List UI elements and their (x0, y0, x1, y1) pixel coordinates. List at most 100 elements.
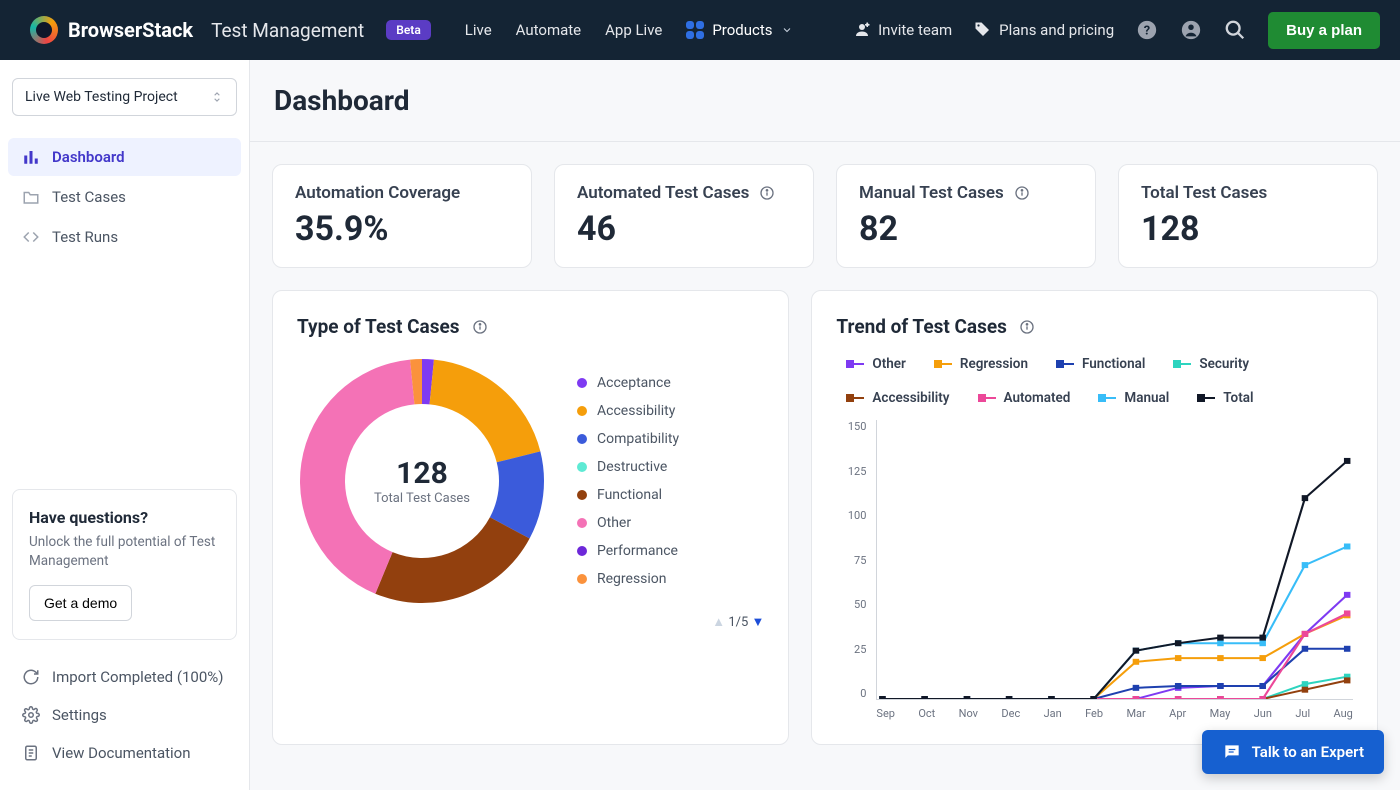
card-total-tests: Total Test Cases 128 (1118, 164, 1378, 268)
info-icon[interactable] (1019, 319, 1035, 335)
legend-item: Security (1173, 356, 1249, 372)
grid-icon (686, 21, 704, 39)
card-title: Automated Test Cases (577, 183, 749, 203)
buy-plan-button[interactable]: Buy a plan (1268, 12, 1380, 49)
legend-label: Other (872, 356, 906, 372)
legend-label: Total (1223, 390, 1253, 406)
card-automation-coverage: Automation Coverage 35.9% (272, 164, 532, 268)
legend-dot-icon (577, 406, 587, 416)
legend-label: Destructive (597, 459, 667, 475)
donut-center-value: 128 (396, 456, 448, 491)
legend-item: Total (1197, 390, 1253, 406)
info-icon[interactable] (472, 319, 488, 335)
invite-team-button[interactable]: Invite team (853, 21, 952, 39)
card-title: Automation Coverage (295, 183, 460, 203)
card-title: Manual Test Cases (859, 183, 1004, 203)
legend-label: Regression (597, 571, 667, 587)
nav-products[interactable]: Products (686, 21, 792, 39)
sidebar-import-status[interactable]: Import Completed (100%) (8, 658, 241, 696)
code-icon (22, 228, 40, 246)
legend-label: Manual (1124, 390, 1169, 406)
chevron-down-icon (781, 24, 793, 36)
card-value: 46 (577, 209, 791, 249)
legend-label: Performance (597, 543, 678, 559)
page-title: Dashboard (250, 60, 1400, 141)
plans-label: Plans and pricing (999, 21, 1114, 39)
sidebar: Live Web Testing Project Dashboard Test … (0, 60, 250, 790)
nav-applive[interactable]: App Live (605, 21, 662, 39)
panel-title: Trend of Test Cases (836, 315, 1006, 338)
top-nav: Live Automate App Live Products (465, 21, 793, 39)
nav-automate[interactable]: Automate (516, 21, 581, 39)
app-header: BrowserStack Test Management Beta Live A… (0, 0, 1400, 60)
legend-dot-icon (577, 518, 587, 528)
panel-trend-of-test-cases: Trend of Test Cases Other Regression Funct… (811, 290, 1378, 745)
legend-item: Automated (978, 390, 1071, 406)
pager-prev-icon[interactable]: ▲ (712, 615, 725, 630)
legend-item: Regression (577, 571, 679, 587)
project-name: Live Web Testing Project (25, 89, 178, 105)
sidebar-footer-label: Import Completed (100%) (52, 668, 223, 686)
pager-next-icon[interactable]: ▼ (752, 615, 765, 630)
plans-pricing-link[interactable]: Plans and pricing (974, 21, 1114, 39)
legend-item: Accessibility (846, 390, 949, 406)
sidebar-footer: Import Completed (100%) Settings View Do… (8, 658, 241, 772)
header-right: Invite team Plans and pricing ? Buy a pl… (853, 12, 1380, 49)
chat-widget[interactable]: Talk to an Expert (1202, 730, 1384, 774)
sidebar-nav: Dashboard Test Cases Test Runs (8, 138, 241, 256)
donut-pager: ▲ 1/5 ▼ (297, 614, 764, 630)
chat-label: Talk to an Expert (1252, 743, 1364, 761)
legend-label: Security (1199, 356, 1249, 372)
tag-icon (974, 21, 992, 39)
gear-icon (22, 706, 40, 724)
legend-label: Accessibility (872, 390, 949, 406)
sidebar-docs[interactable]: View Documentation (8, 734, 241, 772)
legend-dot-icon (577, 574, 587, 584)
card-title: Total Test Cases (1141, 183, 1267, 203)
help-icon[interactable]: ? (1136, 19, 1158, 41)
legend-label: Automated (1004, 390, 1071, 406)
project-select[interactable]: Live Web Testing Project (12, 78, 237, 116)
get-demo-button[interactable]: Get a demo (29, 585, 132, 621)
nav-live[interactable]: Live (465, 21, 492, 39)
chat-icon (1222, 742, 1242, 762)
legend-dot-icon (577, 546, 587, 556)
card-value: 35.9% (295, 209, 509, 249)
legend-item: Destructive (577, 459, 679, 475)
legend-label: Compatibility (597, 431, 679, 447)
questions-box: Have questions? Unlock the full potentia… (12, 489, 237, 640)
sidebar-item-label: Test Cases (52, 188, 126, 206)
legend-item: Accessibility (577, 403, 679, 419)
legend-label: Functional (1082, 356, 1145, 372)
questions-body: Unlock the full potential of Test Manage… (29, 533, 220, 571)
sidebar-item-label: Test Runs (52, 228, 118, 246)
logo-icon (30, 16, 58, 44)
info-icon[interactable] (1014, 185, 1030, 201)
card-automated-tests: Automated Test Cases 46 (554, 164, 814, 268)
updown-icon (210, 90, 224, 104)
sidebar-settings[interactable]: Settings (8, 696, 241, 734)
invite-icon (853, 21, 871, 39)
sidebar-item-testcases[interactable]: Test Cases (8, 178, 241, 216)
legend-dot-icon (577, 434, 587, 444)
svg-text:?: ? (1144, 24, 1150, 39)
legend-item: Compatibility (577, 431, 679, 447)
product-name: Test Management (211, 19, 364, 42)
invite-label: Invite team (878, 21, 952, 39)
legend-label: Regression (960, 356, 1028, 372)
beta-badge: Beta (386, 20, 431, 40)
sidebar-item-dashboard[interactable]: Dashboard (8, 138, 241, 176)
sidebar-item-label: Dashboard (52, 148, 125, 166)
brand-name: BrowserStack (68, 18, 193, 42)
legend-label: Acceptance (597, 375, 671, 391)
brand-logo[interactable]: BrowserStack (30, 16, 193, 44)
panel-title: Type of Test Cases (297, 315, 460, 338)
legend-item: Other (577, 515, 679, 531)
legend-item: Regression (934, 356, 1028, 372)
donut-center-label: Total Test Cases (374, 491, 470, 506)
sidebar-item-testruns[interactable]: Test Runs (8, 218, 241, 256)
search-icon[interactable] (1224, 19, 1246, 41)
user-icon[interactable] (1180, 19, 1202, 41)
document-icon (22, 744, 40, 762)
info-icon[interactable] (759, 185, 775, 201)
